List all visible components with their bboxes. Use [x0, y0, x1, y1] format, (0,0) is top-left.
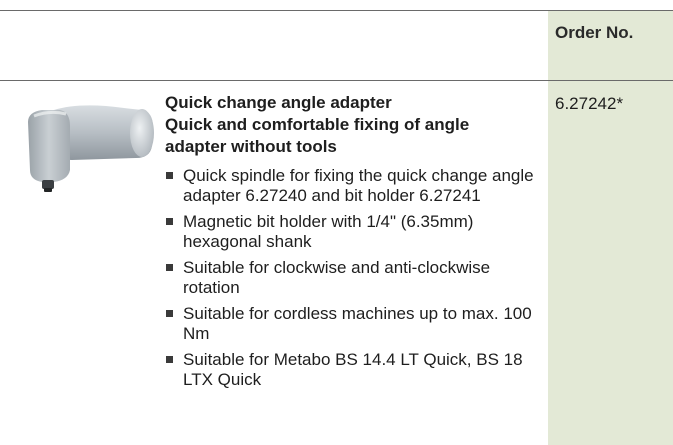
feature-list: Quick spindle for fixing the quick chang…	[166, 166, 546, 396]
bullet-square-icon	[166, 264, 173, 271]
feature-item: Suitable for clockwise and anti-clockwis…	[166, 258, 546, 298]
bullet-square-icon	[166, 172, 173, 179]
product-title-line: Quick change angle adapter	[165, 93, 392, 112]
order-number-header: Order No.	[555, 23, 634, 42]
feature-item: Suitable for Metabo BS 14.4 LT Quick, BS…	[166, 350, 546, 390]
angle-adapter-image	[20, 100, 160, 200]
bullet-square-icon	[166, 356, 173, 363]
feature-item: Suitable for cordless machines up to max…	[166, 304, 546, 344]
product-title: Quick change angle adapter Quick and com…	[165, 92, 545, 158]
feature-text: Suitable for Metabo BS 14.4 LT Quick, BS…	[183, 350, 523, 389]
product-title-line: Quick and comfortable fixing of angle	[165, 115, 470, 134]
product-title-line: adapter without tools	[165, 137, 337, 156]
table-header-rule	[0, 80, 673, 81]
feature-text: Magnetic bit holder with 1/4" (6.35mm) h…	[183, 212, 474, 251]
order-number-value: 6.27242*	[555, 94, 624, 113]
order-number-column	[548, 10, 673, 445]
feature-item: Magnetic bit holder with 1/4" (6.35mm) h…	[166, 212, 546, 252]
bullet-square-icon	[166, 218, 173, 225]
feature-text: Suitable for cordless machines up to max…	[183, 304, 532, 343]
bullet-square-icon	[166, 310, 173, 317]
feature-text: Suitable for clockwise and anti-clockwis…	[183, 258, 491, 297]
feature-item: Quick spindle for fixing the quick chang…	[166, 166, 546, 206]
feature-text: Quick spindle for fixing the quick chang…	[183, 166, 534, 205]
table-top-rule	[0, 10, 673, 11]
